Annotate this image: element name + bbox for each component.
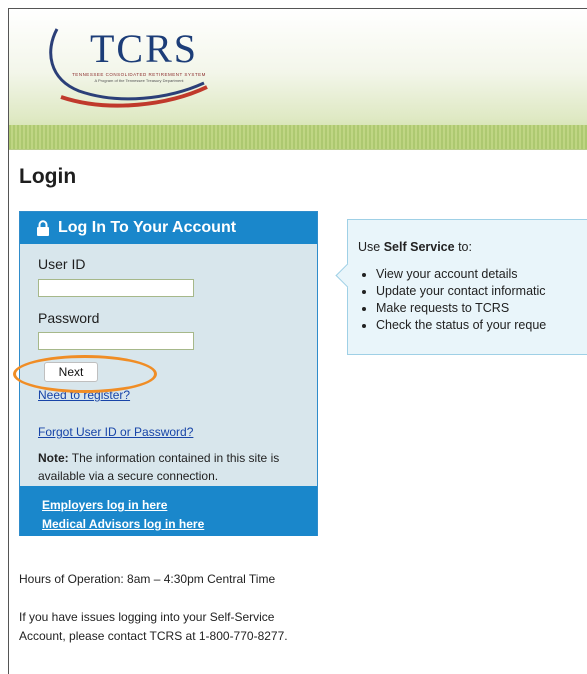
employers-login-link[interactable]: Employers log in here [42, 498, 167, 512]
intro-bold: Self Service [383, 240, 455, 254]
login-panel: Log In To Your Account User ID Password … [19, 211, 318, 536]
self-service-callout: Use Self Service to: View your account d… [335, 219, 587, 355]
next-button[interactable]: Next [44, 362, 98, 382]
hours-of-operation: Hours of Operation: 8am – 4:30pm Central… [19, 572, 276, 586]
login-panel-footer: Employers log in here Medical Advisors l… [20, 486, 317, 536]
note-label: Note: [38, 451, 69, 465]
site-header: TCRS TENNESSEE CONSOLIDATED RETIREMENT S… [9, 9, 587, 150]
list-item: Check the status of your reque [376, 317, 546, 334]
logo-tagline: TENNESSEE CONSOLIDATED RETIREMENT SYSTEM [72, 72, 206, 77]
lock-icon [37, 220, 49, 236]
security-note: Note: The information contained in this … [38, 449, 308, 485]
logo-text: TCRS [89, 26, 199, 71]
page-title: Login [19, 165, 77, 188]
page-frame: TCRS TENNESSEE CONSOLIDATED RETIREMENT S… [8, 8, 587, 674]
user-id-label: User ID [38, 256, 86, 272]
intro-pre: Use [358, 240, 384, 254]
intro-post: to: [454, 240, 472, 254]
list-item: Update your contact informatic [376, 283, 546, 300]
login-panel-title: Log In To Your Account [58, 219, 237, 236]
user-id-input[interactable] [38, 279, 194, 297]
list-item: View your account details [376, 266, 546, 283]
password-label: Password [38, 310, 100, 326]
logo-subtagline: A Program of the Tennessee Treasury Depa… [94, 78, 184, 83]
callout-arrow [335, 263, 360, 288]
register-link[interactable]: Need to register? [38, 388, 130, 402]
self-service-list: View your account details Update your co… [358, 266, 546, 334]
list-item: Make requests to TCRS [376, 300, 546, 317]
note-text: The information contained in this site i… [38, 451, 280, 483]
tcrs-logo[interactable]: TCRS TENNESSEE CONSOLIDATED RETIREMENT S… [39, 21, 209, 109]
password-input[interactable] [38, 332, 194, 350]
forgot-credentials-link[interactable]: Forgot User ID or Password? [38, 425, 193, 439]
login-panel-header: Log In To Your Account [20, 212, 317, 244]
header-stripe [9, 125, 587, 149]
medical-advisors-login-link[interactable]: Medical Advisors log in here [42, 517, 204, 531]
support-contact-text: If you have issues logging into your Sel… [19, 610, 288, 643]
self-service-intro: Use Self Service to: [358, 240, 472, 254]
